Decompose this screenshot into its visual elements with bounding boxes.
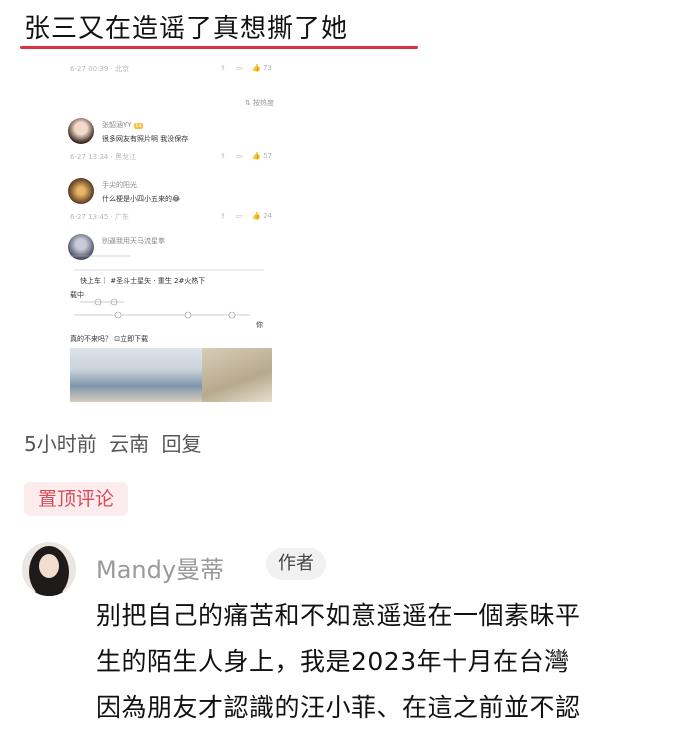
like-count: 24 <box>263 212 272 220</box>
share-icon: ⇪ <box>219 64 226 72</box>
comment-icon: ▭ <box>235 212 243 220</box>
comment-icon: ▭ <box>235 64 243 72</box>
embed-line-1: 快上车｜ #圣斗士星矢 · 重生 2#火热下 <box>80 277 206 285</box>
location-text: 云南 <box>109 432 150 456</box>
like-icon: 👍 24 <box>252 212 272 220</box>
embedded-top-actions: ⇪ ▭ 👍 73 <box>220 64 272 72</box>
commenter-name: 手尖的阳光 <box>102 181 137 189</box>
like-icon: 👍 57 <box>252 152 272 160</box>
author-name[interactable]: Mandy曼蒂 <box>96 550 224 585</box>
sort-label: ⇅ 按热度 <box>244 99 274 107</box>
comment-meta: 6-27 13:24 · 黑龙江 <box>70 153 136 161</box>
comment-text: 很多网友有照片啊 我没保存 <box>102 135 189 143</box>
avatar-image <box>22 542 76 596</box>
mountain-image <box>70 348 272 402</box>
embed-question: 真的不来吗？ <box>70 335 112 343</box>
commenter-name-text: 张韶涵YY <box>102 121 132 129</box>
comment-body-line: 别把自己的痛苦和不如意遥遥在一個素昧平 <box>96 601 581 630</box>
like-count: 73 <box>263 64 272 72</box>
share-icon: ⇪ <box>219 152 226 160</box>
headline-underline <box>20 46 418 49</box>
scenery-image <box>202 348 272 402</box>
reply-button[interactable]: 回复 <box>161 432 201 456</box>
comment-icon: ▭ <box>235 152 243 160</box>
commenter-name: 张韶涵YY Lv <box>102 120 144 130</box>
author-badge: 作者 <box>266 548 326 580</box>
commenter-avatar <box>68 178 94 204</box>
embed-line-3: 真的不来吗？ ⊡立即下载 <box>70 334 148 344</box>
embedded-comment-screenshot: 6-27 00:39 · 北京 ⇪ ▭ 👍 73 ⇅ 按热度 张韶涵YY Lv 很多… <box>58 52 280 410</box>
sort-text: 按热度 <box>253 99 274 107</box>
comment-text: 什么梗是小四小五来的😂 <box>102 195 181 203</box>
comment-actions: ⇪ ▭ 👍 24 <box>220 212 272 220</box>
embed-line-2: 载中 <box>70 291 84 299</box>
embedded-top-meta: 6-27 00:39 · 北京 <box>70 65 129 73</box>
like-icon: 👍 73 <box>252 64 272 72</box>
download-link[interactable]: 立即下载 <box>120 335 148 343</box>
comment-body-line: 生的陌生人身上，我是2023年十月在台灣 <box>96 647 570 676</box>
share-icon: ⇪ <box>219 212 226 220</box>
embed-tail: 你 <box>256 321 263 329</box>
comment-actions: ⇪ ▭ 👍 57 <box>220 152 272 160</box>
comment-meta-row: 5小时前 云南 回复 <box>24 428 201 457</box>
pinned-comment-badge: 置顶评论 <box>24 482 129 516</box>
commenter-avatar <box>68 118 94 144</box>
comment-body-line: 因為朋友才認識的汪小菲、在這之前並不認 <box>96 693 581 722</box>
avatar[interactable] <box>22 542 76 596</box>
post-headline: 张三又在造谣了真想撕了她 <box>24 14 349 44</box>
embedded-card-frame <box>70 255 264 319</box>
comment-meta: 6-27 13:45 · 广东 <box>70 213 129 221</box>
level-badge: Lv <box>133 123 144 129</box>
time-text: 5小时前 <box>24 432 97 456</box>
like-count: 57 <box>263 152 272 160</box>
commenter-name: 别逼我用天马流星拳 <box>102 237 165 245</box>
